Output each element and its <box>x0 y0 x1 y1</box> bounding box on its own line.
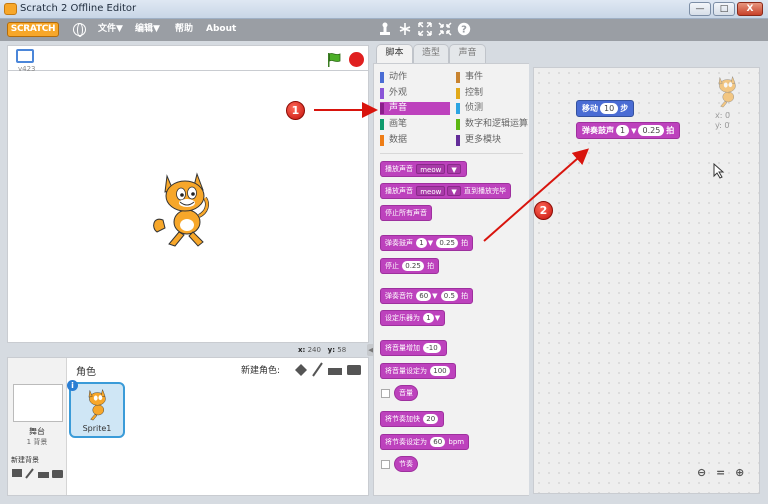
annotation-marker-1: 1 <box>286 101 305 120</box>
annotation-marker-2: 2 <box>534 201 553 220</box>
arrow-2 <box>483 148 589 242</box>
annotation-arrows <box>314 102 589 242</box>
